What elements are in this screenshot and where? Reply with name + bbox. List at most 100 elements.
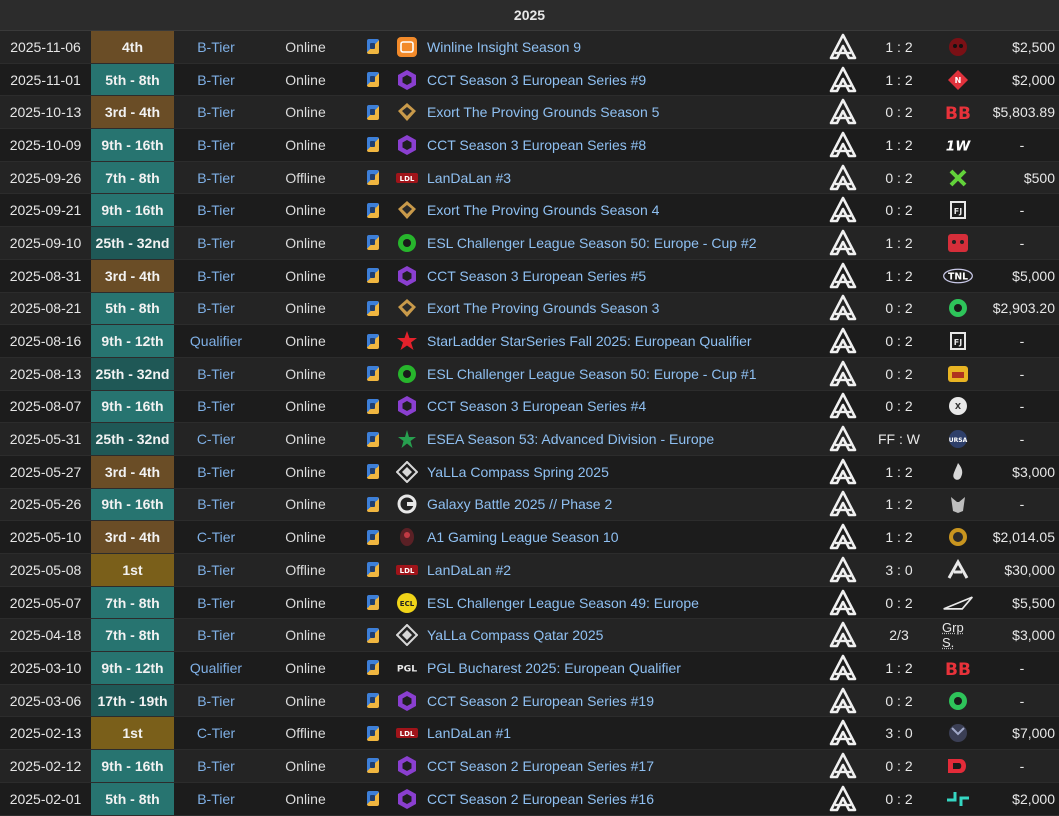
cct-icon[interactable]: [395, 391, 419, 423]
ar-logo-icon[interactable]: [942, 554, 974, 586]
exort-icon[interactable]: [395, 96, 419, 128]
team-a-logo-icon[interactable]: [829, 260, 857, 292]
yellow-logo-icon[interactable]: [942, 358, 974, 390]
tournament-link[interactable]: ESEA Season 53: Advanced Division - Euro…: [427, 423, 822, 455]
esl-cl-icon[interactable]: [395, 358, 419, 390]
red-skull-logo-icon[interactable]: [942, 31, 974, 63]
bb-logo-icon[interactable]: BB: [942, 652, 974, 684]
team-a-logo-icon[interactable]: [829, 423, 857, 455]
team-a-logo-icon[interactable]: [829, 96, 857, 128]
fj-logo-icon[interactable]: FJ: [942, 194, 974, 226]
tournament-link[interactable]: YaLLa Compass Qatar 2025: [427, 619, 822, 651]
tournament-link[interactable]: LanDaLan #1: [427, 717, 822, 749]
team-a-logo-icon[interactable]: [829, 358, 857, 390]
team-a-logo-icon[interactable]: [829, 521, 857, 553]
tournament-link[interactable]: Exort The Proving Grounds Season 4: [427, 194, 822, 226]
green-b-logo-icon[interactable]: [942, 685, 974, 717]
team-a-logo-icon[interactable]: [829, 750, 857, 782]
cct-icon[interactable]: [395, 685, 419, 717]
dark-beast-logo-icon[interactable]: [942, 717, 974, 749]
cct-icon[interactable]: [395, 260, 419, 292]
tier-link[interactable]: C-Tier: [174, 423, 258, 455]
cct-icon[interactable]: [395, 750, 419, 782]
team-a-logo-icon[interactable]: [829, 489, 857, 521]
tier-link[interactable]: B-Tier: [174, 783, 258, 815]
team-a-logo-icon[interactable]: [829, 194, 857, 226]
team-a-logo-icon[interactable]: [829, 587, 857, 619]
tournament-link[interactable]: ESL Challenger League Season 50: Europe …: [427, 358, 822, 390]
tournament-link[interactable]: CCT Season 3 European Series #9: [427, 64, 822, 96]
team-a-logo-icon[interactable]: [829, 31, 857, 63]
landalan-icon[interactable]: LDL: [395, 554, 419, 586]
team-a-logo-icon[interactable]: [829, 293, 857, 325]
green-x-logo-icon[interactable]: [942, 162, 974, 194]
white-round-logo-icon[interactable]: X: [942, 391, 974, 423]
cct-icon[interactable]: [395, 783, 419, 815]
team-a-logo-icon[interactable]: [829, 685, 857, 717]
tier-link[interactable]: B-Tier: [174, 685, 258, 717]
tier-link[interactable]: B-Tier: [174, 194, 258, 226]
tier-link[interactable]: B-Tier: [174, 260, 258, 292]
tier-link[interactable]: B-Tier: [174, 293, 258, 325]
team-a-logo-icon[interactable]: [829, 717, 857, 749]
team-a-logo-icon[interactable]: [829, 325, 857, 357]
esl-cl-yellow-icon[interactable]: ECL: [395, 587, 419, 619]
tier-link[interactable]: B-Tier: [174, 129, 258, 161]
team-a-logo-icon[interactable]: [829, 619, 857, 651]
tournament-link[interactable]: CCT Season 3 European Series #8: [427, 129, 822, 161]
tier-link[interactable]: B-Tier: [174, 456, 258, 488]
red-d-logo-icon[interactable]: [942, 750, 974, 782]
starladder-icon[interactable]: [395, 325, 419, 357]
esl-cl-icon[interactable]: [395, 227, 419, 259]
tier-link[interactable]: B-Tier: [174, 489, 258, 521]
teal-arrows-logo-icon[interactable]: [942, 783, 974, 815]
tier-link[interactable]: B-Tier: [174, 619, 258, 651]
tournament-link[interactable]: CCT Season 2 European Series #19: [427, 685, 822, 717]
tournament-link[interactable]: ESL Challenger League Season 50: Europe …: [427, 227, 822, 259]
team-a-logo-icon[interactable]: [829, 64, 857, 96]
winline-icon[interactable]: [395, 31, 419, 63]
team-a-logo-icon[interactable]: [829, 456, 857, 488]
tournament-link[interactable]: CCT Season 2 European Series #17: [427, 750, 822, 782]
team-a-logo-icon[interactable]: [829, 783, 857, 815]
tournament-link[interactable]: CCT Season 2 European Series #16: [427, 783, 822, 815]
tier-link[interactable]: B-Tier: [174, 64, 258, 96]
exort-icon[interactable]: [395, 293, 419, 325]
cct-icon[interactable]: [395, 64, 419, 96]
tier-link[interactable]: B-Tier: [174, 96, 258, 128]
tournament-link[interactable]: CCT Season 3 European Series #5: [427, 260, 822, 292]
cct-icon[interactable]: [395, 129, 419, 161]
flame-logo-icon[interactable]: [942, 456, 974, 488]
tournament-link[interactable]: StarLadder StarSeries Fall 2025: Europea…: [427, 325, 822, 357]
tier-link[interactable]: B-Tier: [174, 227, 258, 259]
tier-link[interactable]: Qualifier: [174, 325, 258, 357]
team-a-logo-icon[interactable]: [829, 554, 857, 586]
team-a-logo-icon[interactable]: [829, 391, 857, 423]
esea-icon[interactable]: [395, 423, 419, 455]
1w-logo-icon[interactable]: 1W: [942, 129, 974, 161]
ursa-logo-icon[interactable]: URSA: [942, 423, 974, 455]
a1-icon[interactable]: [395, 521, 419, 553]
yalla-icon[interactable]: [395, 619, 419, 651]
landalan-icon[interactable]: LDL: [395, 717, 419, 749]
gold-round-logo-icon[interactable]: [942, 521, 974, 553]
tournament-link[interactable]: CCT Season 3 European Series #4: [427, 391, 822, 423]
tournament-link[interactable]: Exort The Proving Grounds Season 5: [427, 96, 822, 128]
tournament-link[interactable]: Exort The Proving Grounds Season 3: [427, 293, 822, 325]
pgl-icon[interactable]: PGL: [395, 652, 419, 684]
wolf-logo-icon[interactable]: [942, 489, 974, 521]
tier-link[interactable]: B-Tier: [174, 750, 258, 782]
tier-link[interactable]: B-Tier: [174, 162, 258, 194]
galaxy-icon[interactable]: [395, 489, 419, 521]
tier-link[interactable]: B-Tier: [174, 554, 258, 586]
tier-link[interactable]: B-Tier: [174, 358, 258, 390]
tier-link[interactable]: C-Tier: [174, 717, 258, 749]
tournament-link[interactable]: LanDaLan #2: [427, 554, 822, 586]
team-a-logo-icon[interactable]: [829, 129, 857, 161]
fj-logo-icon[interactable]: FJ: [942, 325, 974, 357]
tournament-link[interactable]: Winline Insight Season 9: [427, 31, 822, 63]
tier-link[interactable]: B-Tier: [174, 587, 258, 619]
yalla-icon[interactable]: [395, 456, 419, 488]
team-a-logo-icon[interactable]: [829, 227, 857, 259]
red-diamond-logo-icon[interactable]: N: [942, 64, 974, 96]
